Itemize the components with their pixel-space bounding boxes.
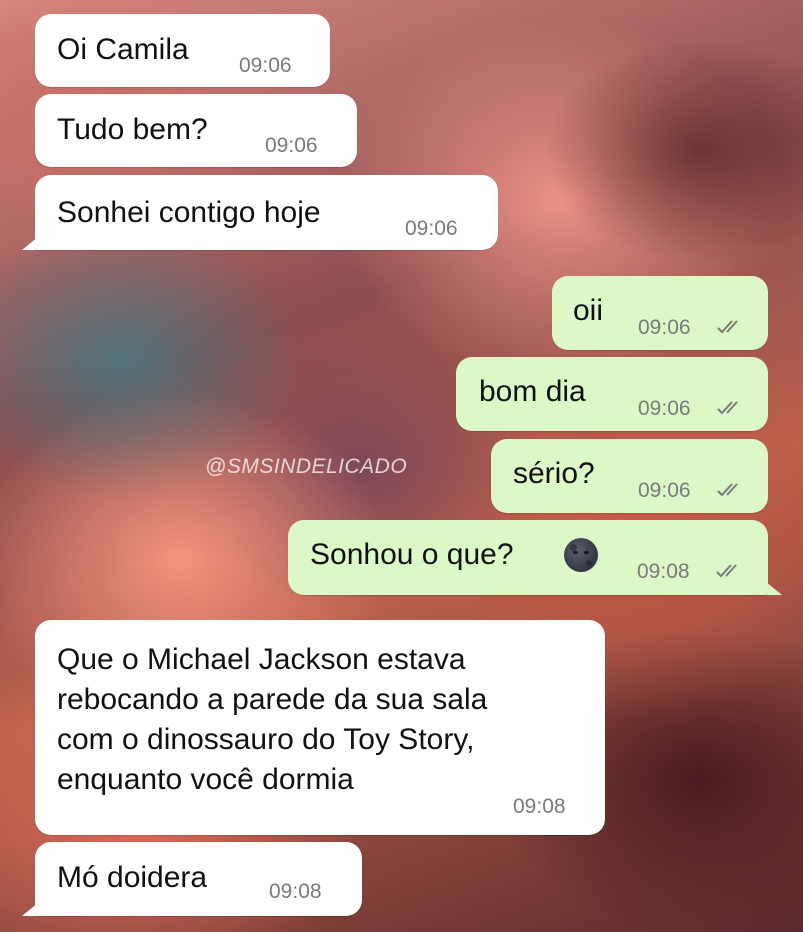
message-text: Oi Camila xyxy=(57,33,189,66)
message-timestamp: 09:06 xyxy=(638,316,691,339)
message-bubble-incoming[interactable]: Mó doidera 09:08 xyxy=(35,842,362,916)
message-bubble-outgoing[interactable]: Sonhou o que? 09:08 xyxy=(288,520,768,595)
message-bubble-incoming[interactable]: Oi Camila 09:06 xyxy=(35,14,330,87)
read-double-check-icon xyxy=(717,320,738,334)
message-bubble-outgoing[interactable]: sério? 09:06 xyxy=(491,439,768,513)
message-text: oii xyxy=(573,294,604,327)
read-double-check-icon xyxy=(717,483,738,497)
message-timestamp: 09:08 xyxy=(637,560,690,583)
watermark: @SMSINDELICADO xyxy=(205,455,408,478)
message-timestamp: 09:08 xyxy=(513,795,566,818)
message-text: Mó doidera xyxy=(57,861,208,894)
message-bubble-incoming[interactable]: Sonhei contigo hoje 09:06 xyxy=(35,175,498,250)
message-bubble-outgoing[interactable]: bom dia 09:06 xyxy=(456,357,768,431)
message-text-line: com o dinossauro do Toy Story, xyxy=(57,723,475,756)
message-bubble-incoming[interactable]: Tudo bem? 09:06 xyxy=(35,94,357,167)
message-timestamp: 09:06 xyxy=(265,134,318,157)
message-timestamp: 09:06 xyxy=(638,479,691,502)
message-timestamp: 09:08 xyxy=(269,880,322,903)
message-text: Tudo bem? xyxy=(57,113,208,146)
new-moon-face-icon xyxy=(564,538,598,572)
message-bubble-outgoing[interactable]: oii 09:06 xyxy=(552,276,768,350)
message-bubble-incoming[interactable]: Que o Michael Jackson estava rebocando a… xyxy=(35,620,605,835)
message-text: Sonhou o que? xyxy=(310,538,514,571)
message-text: sério? xyxy=(513,457,595,490)
message-text-line: Que o Michael Jackson estava xyxy=(57,643,466,676)
message-timestamp: 09:06 xyxy=(239,54,292,77)
message-text-line: enquanto você dormia xyxy=(57,763,354,796)
message-timestamp: 09:06 xyxy=(638,397,691,420)
read-double-check-icon xyxy=(717,401,738,415)
message-timestamp: 09:06 xyxy=(405,217,458,240)
message-text-line: rebocando a parede da sua sala xyxy=(57,683,488,716)
message-text: bom dia xyxy=(479,375,586,408)
message-text: Sonhei contigo hoje xyxy=(57,196,321,229)
read-double-check-icon xyxy=(716,564,737,578)
